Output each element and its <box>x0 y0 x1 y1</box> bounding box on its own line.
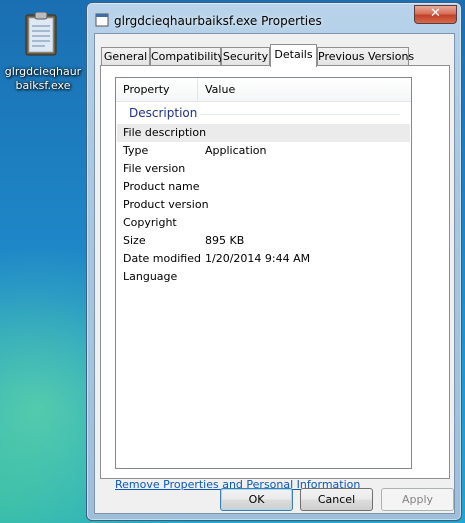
tab-general[interactable]: General <box>101 47 150 66</box>
tab-compatibility[interactable]: Compatibility <box>150 47 224 66</box>
title-bar[interactable]: glrgdcieqhaurbaiksf.exe Properties ✕ <box>87 3 461 33</box>
properties-window: glrgdcieqhaurbaiksf.exe Properties ✕ Gen… <box>86 2 462 521</box>
row-value: Application <box>205 144 267 157</box>
row-key: Date modified <box>123 252 201 265</box>
ok-button[interactable]: OK <box>220 488 293 511</box>
detail-row-size[interactable]: Size 895 KB <box>117 232 410 250</box>
tab-details[interactable]: Details <box>270 44 317 67</box>
detail-row-product-version[interactable]: Product version <box>117 196 410 214</box>
clipboard-file-icon <box>25 12 57 56</box>
row-key: Product version <box>123 198 209 211</box>
row-key: File version <box>123 162 186 175</box>
row-key: Language <box>123 270 178 283</box>
group-header-description: Description <box>129 106 198 120</box>
column-header-value[interactable]: Value <box>198 78 411 102</box>
group-divider <box>200 114 400 115</box>
apply-button[interactable]: Apply <box>381 488 454 511</box>
detail-row-language[interactable]: Language <box>117 268 410 286</box>
row-key: Product name <box>123 180 200 193</box>
window-title: glrgdcieqhaurbaiksf.exe Properties <box>114 14 322 28</box>
file-icon <box>95 13 109 27</box>
detail-row-product-name[interactable]: Product name <box>117 178 410 196</box>
detail-row-file-version[interactable]: File version <box>117 160 410 178</box>
row-key: Copyright <box>123 216 177 229</box>
detail-row-copyright[interactable]: Copyright <box>117 214 410 232</box>
tab-security[interactable]: Security <box>221 47 270 66</box>
column-header-property[interactable]: Property <box>116 78 198 102</box>
row-value: 1/20/2014 9:44 AM <box>205 252 311 265</box>
detail-row-type[interactable]: Type Application <box>117 142 410 160</box>
close-button[interactable]: ✕ <box>414 5 457 24</box>
row-key: Type <box>123 144 149 157</box>
details-list[interactable]: Property Value Description File descript… <box>115 77 412 469</box>
row-value: 895 KB <box>205 234 245 247</box>
detail-row-date-modified[interactable]: Date modified 1/20/2014 9:44 AM <box>117 250 410 268</box>
desktop-file-label: glrgdcieqhaurbaiksf.exe <box>4 65 82 92</box>
detail-row-file-description[interactable]: File description <box>117 124 410 142</box>
cancel-button[interactable]: Cancel <box>300 488 373 511</box>
row-key: Size <box>123 234 146 247</box>
list-header: Property Value <box>116 78 411 102</box>
dialog-body: General Compatibility Security Details P… <box>94 33 455 514</box>
row-key: File description <box>123 126 207 139</box>
tab-previous-versions[interactable]: Previous Versions <box>317 47 414 66</box>
